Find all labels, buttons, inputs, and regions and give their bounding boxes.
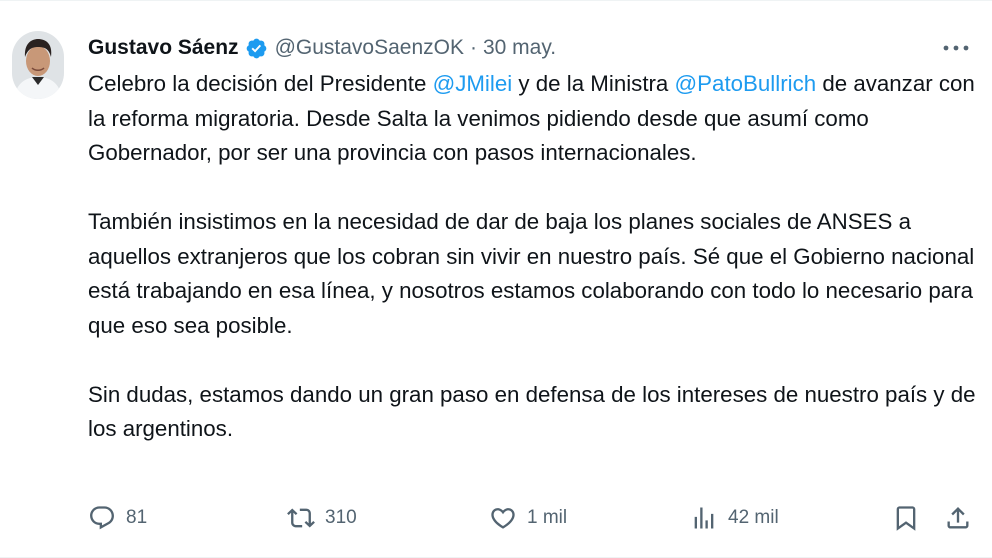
text-segment: y de la Ministra: [512, 71, 675, 96]
tweet-card[interactable]: Gustavo Sáenz @GustavoSaenzOK · 30 may. …: [0, 0, 992, 558]
like-button[interactable]: 1 mil: [489, 499, 567, 537]
repost-button[interactable]: 310: [287, 499, 357, 537]
tweet-text: Celebro la decisión del Presidente @JMil…: [88, 67, 978, 447]
text-segment: Celebro la decisión del Presidente: [88, 71, 433, 96]
reply-count: 81: [126, 507, 148, 528]
reply-button[interactable]: 81: [88, 499, 147, 537]
header-separator: ·: [469, 36, 477, 59]
more-icon: [943, 45, 969, 51]
views-button[interactable]: 42 mil: [690, 499, 779, 537]
tweet-paragraph: También insistimos en la necesidad de da…: [88, 209, 975, 338]
author-handle[interactable]: @GustavoSaenzOK: [275, 36, 464, 60]
avatar[interactable]: [12, 31, 64, 99]
views-icon: [694, 507, 714, 529]
repost-count: 310: [325, 507, 357, 528]
tweet-date[interactable]: 30 may.: [483, 36, 556, 60]
like-count: 1 mil: [527, 507, 568, 528]
author-name[interactable]: Gustavo Sáenz: [88, 36, 239, 60]
like-icon: [491, 508, 515, 529]
mention-link[interactable]: @PatoBullrich: [675, 71, 817, 96]
share-button[interactable]: [944, 499, 972, 537]
reply-icon: [90, 506, 114, 530]
verified-badge-icon: [245, 37, 268, 60]
more-options-button[interactable]: [940, 35, 972, 61]
avatar-photo: [12, 31, 64, 99]
mention-link[interactable]: @JMilei: [433, 71, 513, 96]
views-count: 42 mil: [728, 507, 779, 528]
tweet-paragraph: Celebro la decisión del Presidente @JMil…: [88, 67, 978, 171]
tweet-paragraph: Sin dudas, estamos dando un gran paso en…: [88, 381, 976, 442]
bookmark-button[interactable]: [892, 499, 920, 537]
bookmark-icon: [896, 506, 916, 531]
share-icon: [947, 507, 969, 529]
tweet-header: Gustavo Sáenz @GustavoSaenzOK · 30 may.: [88, 31, 556, 65]
repost-icon: [287, 508, 315, 528]
action-bar: 81 310 1 mil 42 mil: [0, 499, 992, 537]
